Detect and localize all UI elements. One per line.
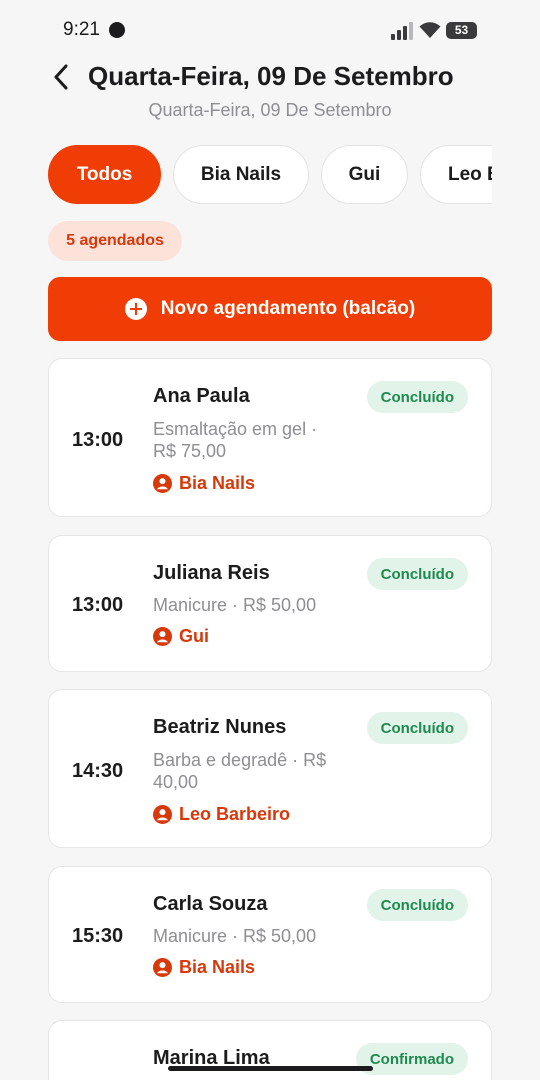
wifi-icon bbox=[419, 22, 441, 38]
status-badge: Concluído bbox=[366, 558, 468, 590]
appointment-time: 14:30 bbox=[72, 760, 124, 782]
professional: Gui bbox=[153, 626, 209, 647]
professional-name: Bia Nails bbox=[179, 473, 256, 493]
status-bar: 9:21 53 bbox=[0, 0, 540, 60]
service-price: Esmaltação em gel · R$ 75,00 bbox=[153, 419, 318, 461]
service-price: Barba e degradê · R$ 40,00 bbox=[153, 750, 327, 792]
client-name: Beatriz Nunes bbox=[153, 716, 287, 738]
chip-leo-barbeiro[interactable]: Leo Barbeiro bbox=[420, 145, 492, 204]
screen: 9:21 53 Quarta-Feira, 09 De Setembro Qua… bbox=[0, 0, 540, 1080]
user-circle-icon bbox=[153, 958, 172, 977]
client-name: Ana Paula bbox=[153, 385, 250, 407]
user-circle-icon bbox=[153, 474, 172, 493]
status-badge: Concluído bbox=[366, 889, 468, 921]
page-title: Quarta-Feira, 09 De Setembro bbox=[88, 61, 454, 91]
appointment-time: 15:30 bbox=[72, 925, 124, 947]
chip-bia-nails[interactable]: Bia Nails bbox=[173, 145, 309, 204]
new-appointment-button[interactable]: Novo agendamento (balcão) bbox=[48, 277, 492, 341]
professional-name: Bia Nails bbox=[179, 957, 256, 977]
battery-icon: 53 bbox=[446, 22, 477, 39]
professional-filter-chips: Todos Bia Nails Gui Leo Barbeiro bbox=[48, 145, 492, 205]
home-indicator[interactable] bbox=[168, 1066, 373, 1071]
appointment-card[interactable]: 15:30 Carla Souza Manicure · R$ 50,00 Bi… bbox=[48, 866, 492, 1003]
status-badge: Concluído bbox=[366, 381, 468, 413]
appointment-card[interactable]: Marina Lima Confirmado bbox=[48, 1020, 492, 1080]
service-price: Manicure · R$ 50,00 bbox=[153, 595, 317, 615]
appointment-card[interactable]: 13:00 Juliana Reis Manicure · R$ 50,00 G… bbox=[48, 535, 492, 672]
client-name: Carla Souza bbox=[153, 893, 268, 915]
chip-todos[interactable]: Todos bbox=[48, 145, 161, 204]
chip-gui[interactable]: Gui bbox=[321, 145, 408, 204]
service-price: Manicure · R$ 50,00 bbox=[153, 926, 317, 946]
appointment-card[interactable]: 13:00 Ana Paula Esmaltação em gel · R$ 7… bbox=[48, 358, 492, 517]
chevron-left-icon bbox=[54, 64, 68, 90]
page-subtitle: Quarta-Feira, 09 De Setembro bbox=[148, 100, 392, 120]
professional-name: Gui bbox=[179, 626, 209, 646]
professional: Bia Nails bbox=[153, 473, 255, 494]
appointment-time: 13:00 bbox=[72, 594, 124, 616]
professional: Bia Nails bbox=[153, 957, 255, 978]
camera-dot-icon bbox=[109, 22, 125, 38]
status-time: 9:21 bbox=[63, 19, 100, 40]
appointment-time: 13:00 bbox=[72, 429, 124, 451]
client-name: Juliana Reis bbox=[153, 562, 270, 584]
user-circle-icon bbox=[153, 627, 172, 646]
professional: Leo Barbeiro bbox=[153, 804, 290, 825]
professional-name: Leo Barbeiro bbox=[179, 804, 291, 824]
user-circle-icon bbox=[153, 805, 172, 824]
appointments-count-badge: 5 agendados bbox=[48, 221, 182, 261]
status-badge: Concluído bbox=[366, 712, 468, 744]
plus-circle-icon bbox=[124, 298, 147, 320]
status-badge: Confirmado bbox=[355, 1043, 468, 1075]
signal-icon bbox=[391, 22, 413, 40]
new-appointment-label: Novo agendamento (balcão) bbox=[160, 298, 416, 319]
appointment-card[interactable]: 14:30 Beatriz Nunes Barba e degradê · R$… bbox=[48, 689, 492, 848]
back-button[interactable] bbox=[45, 60, 77, 94]
